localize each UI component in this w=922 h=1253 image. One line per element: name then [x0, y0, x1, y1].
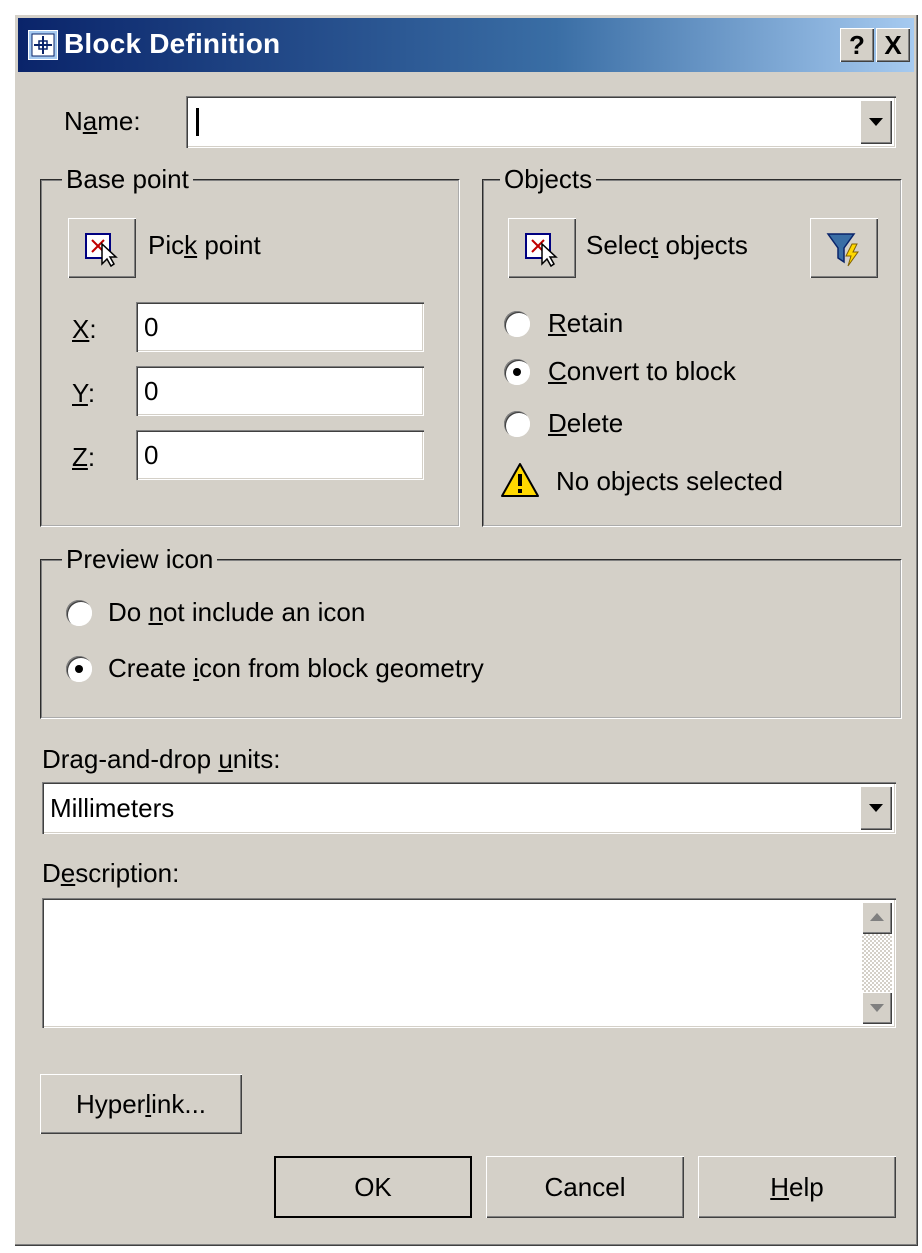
z-label: Z: [72, 442, 96, 472]
help-caption-button[interactable]: ? [840, 28, 874, 62]
x-label: X: [72, 314, 97, 344]
retain-radio[interactable] [504, 311, 530, 337]
base-point-legend: Base point [62, 164, 193, 194]
select-objects-icon [525, 233, 558, 268]
units-label: Drag-and-drop units: [42, 744, 281, 774]
description-textarea[interactable] [42, 898, 896, 1028]
block-definition-icon [28, 30, 58, 60]
retain-label[interactable]: Retain [548, 308, 623, 338]
pick-point-icon [85, 233, 118, 268]
title-bar[interactable]: Block Definition ? X [18, 18, 914, 72]
quick-select-filter-icon [826, 233, 859, 267]
z-coordinate-input[interactable]: 0 [136, 430, 424, 480]
create-icon-radio[interactable] [66, 656, 92, 682]
cancel-button[interactable]: Cancel [486, 1156, 684, 1218]
convert-to-block-radio[interactable] [504, 359, 530, 385]
create-icon-label[interactable]: Create icon from block geometry [108, 653, 484, 683]
scroll-up-arrow-icon[interactable] [862, 902, 892, 934]
warning-icon [501, 463, 539, 497]
preview-icon-legend: Preview icon [62, 544, 218, 574]
select-objects-button[interactable] [508, 218, 576, 278]
delete-label[interactable]: Delete [548, 408, 623, 438]
x-value: 0 [144, 312, 159, 342]
preview-icon-group [40, 559, 902, 719]
scroll-down-arrow-icon[interactable] [862, 992, 892, 1024]
y-label: Y: [72, 378, 96, 408]
pick-point-button[interactable] [68, 218, 136, 278]
text-caret [196, 108, 199, 136]
units-dropdown-arrow-icon[interactable] [860, 786, 892, 830]
quick-select-button[interactable] [810, 218, 878, 278]
description-scrollbar[interactable] [862, 902, 892, 1024]
delete-radio[interactable] [504, 411, 530, 437]
units-value: Millimeters [50, 793, 175, 823]
ok-button[interactable]: OK [274, 1156, 472, 1218]
name-combobox[interactable] [186, 96, 896, 148]
convert-to-block-label[interactable]: Convert to block [548, 356, 736, 386]
description-label: Description: [42, 858, 180, 888]
z-value: 0 [144, 440, 159, 470]
no-icon-radio[interactable] [66, 600, 92, 626]
y-coordinate-input[interactable]: 0 [136, 366, 424, 416]
units-dropdown[interactable]: Millimeters [42, 782, 896, 834]
y-value: 0 [144, 376, 159, 406]
x-coordinate-input[interactable]: 0 [136, 302, 424, 352]
window-title: Block Definition [64, 28, 281, 59]
help-button[interactable]: Help [698, 1156, 896, 1218]
block-definition-dialog: Block Definition ? X Name: Base point Pi… [14, 14, 918, 1246]
objects-legend: Objects [500, 164, 597, 194]
no-icon-label[interactable]: Do not include an icon [108, 597, 365, 627]
close-button[interactable]: X [876, 28, 910, 62]
hyperlink-button[interactable]: Hyperlink... [40, 1074, 242, 1134]
name-dropdown-arrow-icon[interactable] [860, 100, 892, 144]
name-label: Name: [64, 106, 141, 136]
select-objects-label: Select objects [586, 230, 748, 260]
selection-status: No objects selected [556, 466, 783, 496]
pick-point-label: Pick point [148, 230, 261, 260]
